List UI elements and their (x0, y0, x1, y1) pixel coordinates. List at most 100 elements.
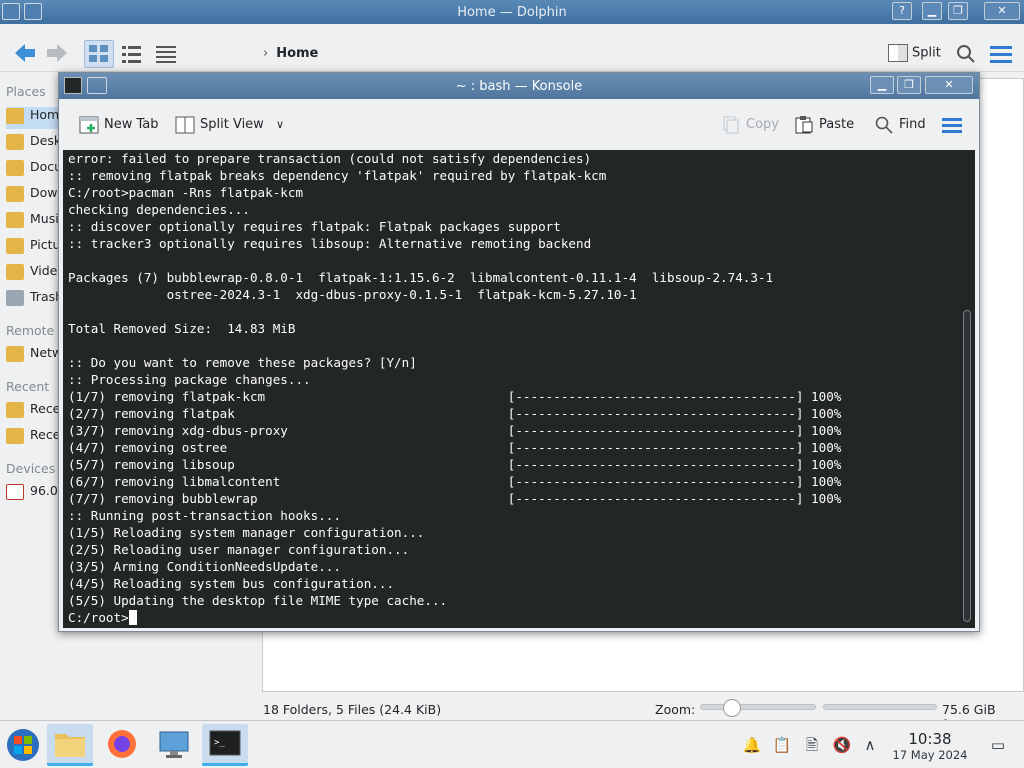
terminal-line: (4/7) removing ostree [-----------------… (68, 440, 842, 455)
terminal-scrollbar[interactable] (963, 310, 971, 622)
breadcrumb-home[interactable]: Home (276, 46, 318, 61)
places-item-downloads[interactable]: Downloads (6, 185, 62, 207)
terminal-line: :: Processing package changes... (68, 372, 311, 387)
konsole-titlebar[interactable]: ~ : bash — Konsole ▁ ❐ ✕ (59, 73, 979, 99)
places-item-trash[interactable]: Trash (6, 289, 62, 311)
hamburger-menu-icon[interactable] (990, 45, 1012, 63)
minimize-button[interactable]: ▁ (922, 2, 942, 20)
places-item-desktop[interactable]: Desktop (6, 133, 62, 155)
copy-button[interactable]: Copy (721, 113, 779, 137)
find-button[interactable]: Find (874, 113, 926, 137)
find-icon (875, 116, 893, 134)
updates-icon[interactable]: 🖹 (802, 735, 822, 755)
konsole-icon: >_ (209, 730, 241, 756)
back-icon[interactable] (12, 40, 38, 66)
split-view-label: Split View (200, 117, 264, 132)
places-item-home[interactable]: Home (6, 107, 62, 129)
recent-files-icon (6, 401, 24, 418)
music-folder-icon (6, 211, 24, 228)
places-item-recent-files[interactable]: Recent Files (6, 401, 62, 423)
paste-button[interactable]: Paste (794, 113, 854, 137)
hamburger-menu-icon[interactable] (942, 118, 962, 134)
forward-icon[interactable] (44, 40, 70, 66)
maximize-button[interactable]: ❐ (948, 2, 968, 20)
start-menu-icon (7, 729, 39, 761)
close-button[interactable]: ✕ (984, 2, 1020, 20)
chevron-down-icon[interactable]: ∨ (276, 118, 284, 131)
clock-time[interactable]: 10:38 (890, 730, 970, 748)
icons-view-icon (89, 45, 108, 62)
terminal-line: (1/5) Reloading system manager configura… (68, 525, 425, 540)
icons-view-button[interactable] (84, 40, 114, 68)
places-item-hard-drive[interactable]: 96.0 GiB Hard Drive (6, 483, 62, 505)
terminal-line: (2/5) Reloading user manager configurati… (68, 542, 410, 557)
taskbar-konsole[interactable]: >_ (202, 724, 248, 766)
places-item-recent-locations[interactable]: Recent Locations (6, 427, 62, 449)
terminal-line: :: Do you want to remove these packages?… (68, 355, 417, 370)
show-desktop-icon[interactable]: ▭ (988, 735, 1008, 755)
hard-drive-icon (6, 483, 24, 500)
recent-locations-icon (6, 427, 24, 444)
taskbar-firefox[interactable] (99, 724, 145, 766)
breadcrumb[interactable]: › Home (263, 46, 318, 61)
terminal-line: (3/7) removing xdg-dbus-proxy [---------… (68, 423, 842, 438)
dolphin-toolbar (0, 24, 1024, 72)
terminal-line: ostree-2024.3-1 xdg-dbus-proxy-0.1.5-1 f… (68, 287, 637, 302)
places-panel: Places Home Desktop Documents Downloads … (0, 78, 62, 698)
terminal-area[interactable]: error: failed to prepare transaction (co… (63, 150, 975, 628)
split-view-button[interactable]: Split View ∨ (175, 113, 284, 137)
documents-folder-icon (6, 159, 24, 176)
new-tab-button[interactable]: New Tab (79, 113, 159, 137)
places-item-pictures[interactable]: Pictures (6, 237, 62, 259)
terminal-prompt-line[interactable]: C:/root> (68, 609, 137, 626)
places-item-network[interactable]: Network (6, 345, 62, 367)
konsole-toolbar: New Tab Split View ∨ Copy Paste Find (59, 99, 979, 149)
terminal-line: :: discover optionally requires flatpak:… (68, 219, 561, 234)
konsole-close-button[interactable]: ✕ (925, 76, 973, 94)
home-folder-icon (6, 107, 24, 124)
desktop-folder-icon (6, 133, 24, 150)
zoom-label: Zoom: (655, 702, 696, 717)
chevron-right-icon: › (263, 46, 269, 61)
volume-muted-icon[interactable]: 🔇 (832, 735, 852, 755)
compact-view-icon[interactable] (121, 44, 143, 64)
places-item-videos[interactable]: Videos (6, 263, 62, 285)
zoom-slider[interactable] (700, 704, 816, 710)
new-tab-label: New Tab (104, 117, 159, 132)
places-item-documents[interactable]: Documents (6, 159, 62, 181)
expand-tray-icon[interactable]: ∧ (860, 735, 880, 755)
terminal-line: :: Running post-transaction hooks... (68, 508, 341, 523)
help-button[interactable]: ? (892, 2, 912, 20)
split-icon (888, 44, 908, 62)
zoom-slider-handle[interactable] (723, 699, 741, 717)
split-button[interactable]: Split (888, 44, 941, 62)
notifications-icon[interactable]: 🔔 (742, 735, 762, 755)
terminal-line: (1/7) removing flatpak-kcm [------------… (68, 389, 842, 404)
start-menu-button[interactable] (0, 724, 46, 766)
taskbar-system-settings[interactable] (151, 724, 197, 766)
taskbar-file-manager[interactable] (47, 724, 93, 766)
terminal-line: (2/7) removing flatpak [----------------… (68, 406, 842, 421)
clock-date[interactable]: 17 May 2024 (880, 748, 980, 762)
places-item-music[interactable]: Music (6, 211, 62, 233)
system-settings-icon (159, 731, 189, 758)
folder-summary: 18 Folders, 5 Files (24.4 KiB) (263, 702, 442, 717)
network-folder-icon (6, 345, 24, 362)
details-view-icon[interactable] (155, 44, 177, 64)
konsole-maximize-button[interactable]: ❐ (897, 76, 921, 94)
konsole-minimize-button[interactable]: ▁ (870, 76, 894, 94)
text-cursor (128, 610, 137, 625)
terminal-line: checking dependencies... (68, 202, 250, 217)
search-icon[interactable] (956, 44, 976, 64)
konsole-window: ~ : bash — Konsole ▁ ❐ ✕ New Tab Split V… (58, 72, 980, 632)
find-label: Find (899, 117, 926, 132)
clipboard-icon[interactable]: 📋 (772, 735, 792, 755)
new-tab-icon (79, 116, 99, 133)
dolphin-titlebar[interactable]: Home — Dolphin ? ▁ ❐ ✕ (0, 0, 1024, 24)
terminal-line: (3/5) Arming ConditionNeedsUpdate... (68, 559, 341, 574)
terminal-line: :: removing flatpak breaks dependency 'f… (68, 168, 607, 183)
paste-icon (795, 115, 813, 133)
shell-prompt: C:/root> (68, 610, 129, 625)
copy-icon (723, 116, 739, 133)
terminal-line: :: tracker3 optionally requires libsoup:… (68, 236, 592, 251)
